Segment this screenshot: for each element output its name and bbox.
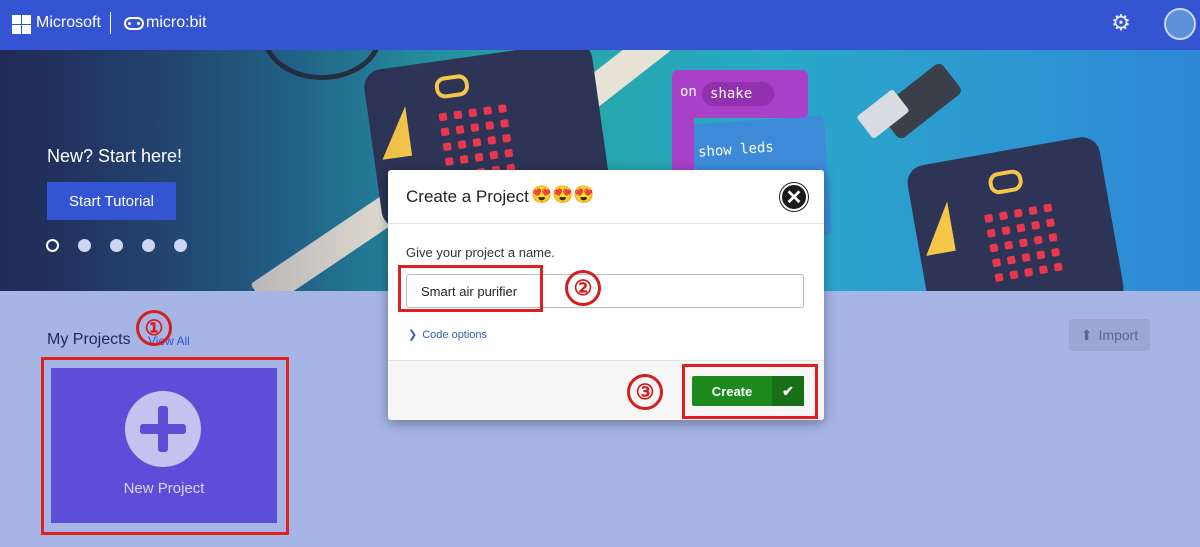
import-label: Import [1098, 327, 1139, 343]
microsoft-logo-icon [12, 15, 31, 34]
code-options-toggle[interactable]: ❯ Code options [408, 328, 487, 341]
highlight-name-input [398, 265, 543, 312]
carousel-dot[interactable] [110, 239, 123, 252]
carousel-dot[interactable] [78, 239, 91, 252]
brand-divider [110, 12, 111, 34]
import-button[interactable]: ⬆ Import [1069, 319, 1150, 351]
highlight-create-button [682, 364, 818, 419]
start-tutorial-button[interactable]: Start Tutorial [47, 182, 176, 220]
dialog-title: Create a Project [406, 187, 529, 206]
step-3-marker: ③ [627, 374, 663, 410]
carousel-dot[interactable] [174, 239, 187, 252]
gear-icon[interactable]: ⚙ [1110, 12, 1132, 34]
my-projects-heading: My Projects [47, 331, 131, 348]
event-value-text: shake [710, 86, 753, 102]
step-1-marker: ① [136, 310, 172, 346]
name-prompt: Give your project a name. [406, 245, 555, 260]
heart-eyes-emoji: 😍😍😍 [531, 185, 595, 204]
hero-title: New? Start here! [47, 146, 183, 166]
microbit-logo-icon [124, 17, 144, 30]
event-block-text: on [680, 84, 697, 100]
carousel-dot[interactable] [46, 239, 59, 252]
microbit-brand[interactable]: micro:bit [146, 14, 206, 32]
avatar[interactable] [1164, 8, 1196, 40]
hero-shade [0, 50, 420, 291]
highlight-new-project [41, 357, 289, 535]
microbit-board-image [904, 134, 1127, 291]
microsoft-brand[interactable]: Microsoft [36, 14, 101, 32]
chevron-right-icon: ❯ [408, 329, 418, 341]
top-bar: Microsoft micro:bit ⚙ [0, 0, 1200, 50]
step-2-marker: ② [565, 270, 601, 306]
close-icon[interactable]: ✕ [780, 183, 808, 211]
carousel-dot[interactable] [142, 239, 155, 252]
dialog-header: Create a Project 😍😍😍 ✕ [388, 170, 824, 224]
code-options-label: Code options [422, 329, 488, 341]
upload-icon: ⬆ [1080, 326, 1093, 343]
carousel-dots [46, 239, 187, 252]
